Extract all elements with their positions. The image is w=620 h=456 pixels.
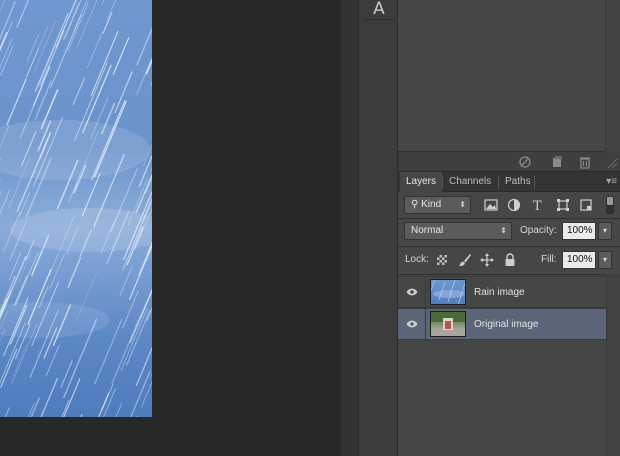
divider — [398, 274, 620, 275]
updown-arrows-icon: ⬍ — [500, 226, 507, 235]
blend-mode-select[interactable]: Normal ⬍ — [404, 222, 512, 240]
upper-panel — [398, 0, 620, 152]
collapsed-tool-strip: A — [358, 0, 398, 456]
opacity-field[interactable]: 100% — [562, 222, 596, 240]
search-icon: ⚲ — [411, 199, 422, 210]
fill-dropdown-button[interactable]: ▾ — [598, 251, 612, 269]
lock-all-icon[interactable] — [502, 252, 518, 268]
tab-paths[interactable]: Paths — [499, 172, 537, 192]
upper-panel-scrollbar[interactable] — [605, 0, 620, 152]
tab-channels[interactable]: Channels — [443, 172, 497, 192]
layer-filter-row: ⚲ Kind ⬍ T — [398, 192, 620, 218]
fill-field[interactable]: 100% — [562, 251, 596, 269]
smart-object-filter-icon[interactable] — [578, 197, 594, 213]
layers-panel: Layers Channels Paths ▾≡ ⚲ Kind ⬍ T Norm… — [398, 172, 620, 456]
panel-menu-icon[interactable]: ▾≡ — [606, 176, 617, 187]
shape-filter-icon[interactable] — [555, 197, 571, 213]
visibility-toggle[interactable] — [398, 277, 426, 308]
tab-layers[interactable]: Layers — [400, 172, 443, 192]
layer-name[interactable]: Rain image — [474, 277, 525, 308]
upper-panel-footer — [398, 152, 620, 172]
original-thumbnail-scene — [431, 312, 465, 336]
visibility-toggle[interactable] — [398, 309, 426, 340]
type-filter-icon[interactable]: T — [530, 197, 546, 213]
type-tool-glyph: A — [373, 0, 385, 19]
canvas-scroll-gutter[interactable] — [340, 0, 358, 456]
layer-thumbnail-rain — [430, 279, 466, 305]
canvas-rain-image[interactable] — [0, 0, 152, 417]
rain-thumbnail-streaks — [431, 280, 465, 304]
no-entry-icon[interactable] — [518, 155, 532, 169]
tab-divider — [534, 176, 535, 189]
kind-filter-select[interactable]: ⚲ Kind ⬍ — [404, 196, 471, 214]
image-filter-icon[interactable] — [483, 197, 499, 213]
layer-row-rain-image[interactable]: Rain image — [398, 276, 606, 308]
rain-streaks — [0, 0, 152, 417]
opacity-dropdown-button[interactable]: ▾ — [598, 222, 612, 240]
lock-transparent-icon[interactable] — [434, 252, 450, 268]
divider — [398, 246, 620, 247]
updown-arrows-icon: ⬍ — [459, 200, 466, 209]
lock-position-icon[interactable] — [479, 252, 495, 268]
eye-icon — [406, 288, 418, 296]
layer-thumbnail-original — [430, 311, 466, 337]
layers-list-scrollbar[interactable] — [606, 274, 620, 456]
kind-label: Kind — [421, 199, 442, 210]
character-panel-icon[interactable]: A — [363, 0, 395, 20]
panel-tab-bar: Layers Channels Paths ▾≡ — [398, 172, 620, 192]
lock-row: Lock: Fill: 100% ▾ — [398, 248, 620, 274]
lock-label: Lock: — [405, 254, 429, 265]
photoshop-window: A Layers Channels Paths ▾≡ ⚲ Kind ⬍ T No… — [0, 0, 620, 456]
new-item-icon[interactable] — [550, 155, 564, 169]
blend-mode-value: Normal — [411, 225, 444, 236]
fill-label: Fill: — [541, 254, 557, 265]
eye-icon — [406, 320, 418, 328]
document-canvas-area[interactable] — [0, 0, 340, 456]
trash-icon[interactable] — [578, 155, 592, 169]
adjustment-filter-icon[interactable] — [506, 197, 522, 213]
layer-name[interactable]: Original image — [474, 309, 538, 340]
layer-row-original-image[interactable]: Original image — [398, 308, 606, 340]
opacity-label: Opacity: — [520, 225, 557, 236]
resize-grip-icon[interactable] — [604, 155, 618, 169]
lock-image-icon[interactable] — [457, 252, 473, 268]
filter-toggle-switch[interactable] — [606, 196, 614, 214]
blend-row: Normal ⬍ Opacity: 100% ▾ — [398, 218, 620, 244]
svg-text:T: T — [533, 199, 542, 213]
